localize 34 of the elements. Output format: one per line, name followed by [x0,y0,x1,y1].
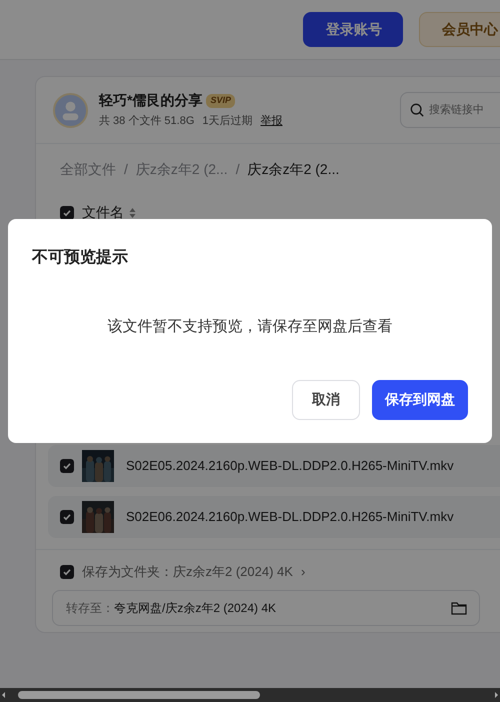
search-icon [410,103,424,117]
cancel-button[interactable]: 取消 [292,380,360,420]
breadcrumb-separator: / [124,160,128,179]
breadcrumb-separator: / [236,160,240,179]
save-to-drive-button[interactable]: 保存到网盘 [372,380,468,420]
checkbox[interactable] [60,564,74,579]
login-button[interactable]: 登录账号 [303,12,403,47]
dialog-message: 该文件暂不支持预览，请保存至网盘后查看 [106,317,394,337]
checkbox[interactable] [60,206,74,220]
expiry-text: 1天后过期 [202,114,252,130]
report-link[interactable]: 举报 [260,113,282,130]
save-as-folder-label: 保存为文件夹：庆z余z年2 (2024) 4K [82,563,293,581]
checkbox[interactable] [60,459,74,473]
file-row[interactable]: S02E05.2024.2160p.WEB-DL.DDP2.0.H265-MiniTV.mkv [48,445,500,487]
field-label: 转存至： [66,600,114,616]
column-header[interactable]: 文件名 [82,202,124,223]
path-text: 夸克网盘/庆z余z年2 (2024) 4K [114,600,276,616]
breadcrumb-item: 庆z余z年2 (2... [248,160,340,179]
avatar-icon [53,92,88,128]
share-info: 共 38 个文件 51.8G [99,114,194,130]
folder-icon[interactable] [451,600,467,614]
chevron-icon[interactable]: › [300,562,306,582]
save-location-field[interactable]: 转存至：夸克网盘/庆z余z年2 (2024) 4K [52,590,480,626]
file-name: S02E06.2024.2160p.WEB-DL.DDP2.0.H265-MiniTV.mkv [126,508,454,526]
sort-icon[interactable] [129,206,136,218]
vip-badge: SVIP [206,94,235,108]
file-name: S02E05.2024.2160p.WEB-DL.DDP2.0.H265-MiniTV.mkv [126,457,454,476]
dialog-title: 不可预览提示 [32,248,129,268]
file-row[interactable]: S02E06.2024.2160p.WEB-DL.DDP2.0.H265-MiniTV.mkv [48,496,500,538]
checkbox[interactable] [60,510,74,524]
share-title: 轻巧*儒艮的分享 [99,91,202,110]
search-field[interactable]: 搜索链接中 [400,92,500,128]
vip-center-button[interactable]: 会员中心 [419,12,500,47]
horizontal-scrollbar[interactable] [0,688,500,702]
